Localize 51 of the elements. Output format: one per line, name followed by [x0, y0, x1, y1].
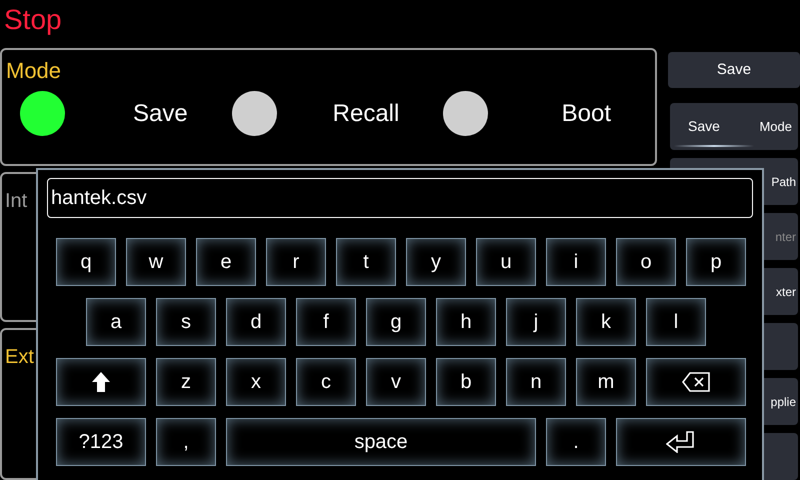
- radio-label: Boot: [562, 98, 612, 128]
- key[interactable]: h: [436, 298, 496, 346]
- key[interactable]: ?123: [56, 418, 146, 466]
- key[interactable]: z: [156, 358, 216, 406]
- key[interactable]: s: [156, 298, 216, 346]
- key[interactable]: b: [436, 358, 496, 406]
- key[interactable]: e: [196, 238, 256, 286]
- panel-title: Ext: [5, 345, 34, 370]
- backspace-icon: [682, 372, 710, 392]
- key[interactable]: d: [226, 298, 286, 346]
- key[interactable]: l: [646, 298, 706, 346]
- key[interactable]: .: [546, 418, 606, 466]
- panel-title: Int: [5, 189, 28, 214]
- page-title: Stop: [3, 3, 63, 37]
- key[interactable]: v: [366, 358, 426, 406]
- toggle-option: Save: [670, 116, 720, 137]
- shift-key[interactable]: [56, 358, 146, 406]
- enter-icon: [666, 431, 696, 453]
- key[interactable]: k: [576, 298, 636, 346]
- space-key[interactable]: space: [226, 418, 536, 466]
- key[interactable]: c: [296, 358, 356, 406]
- radio-label: Save: [132, 98, 188, 128]
- key[interactable]: n: [506, 358, 566, 406]
- key[interactable]: q: [56, 238, 116, 286]
- backspace-key[interactable]: [646, 358, 746, 406]
- key[interactable]: w: [126, 238, 186, 286]
- key[interactable]: a: [86, 298, 146, 346]
- key[interactable]: u: [476, 238, 536, 286]
- enter-key[interactable]: [616, 418, 746, 466]
- key[interactable]: ,: [156, 418, 216, 466]
- key[interactable]: o: [616, 238, 676, 286]
- key[interactable]: x: [226, 358, 286, 406]
- key[interactable]: m: [576, 358, 636, 406]
- mode-toggle[interactable]: Save Mode: [670, 103, 798, 150]
- radio-label: Recall: [332, 98, 400, 128]
- key[interactable]: i: [546, 238, 606, 286]
- toggle-label: Mode: [759, 118, 792, 136]
- key[interactable]: p: [686, 238, 746, 286]
- key[interactable]: r: [266, 238, 326, 286]
- up-arrow-icon: [91, 371, 111, 393]
- save-button[interactable]: Save: [668, 52, 800, 88]
- filename-field[interactable]: hantek.csv: [47, 178, 753, 218]
- key[interactable]: g: [366, 298, 426, 346]
- radio-button[interactable]: [232, 91, 277, 136]
- radio-button[interactable]: [20, 91, 65, 136]
- key[interactable]: f: [296, 298, 356, 346]
- radio-button[interactable]: [443, 91, 488, 136]
- key[interactable]: t: [336, 238, 396, 286]
- key[interactable]: j: [506, 298, 566, 346]
- panel-title: Mode: [5, 57, 62, 85]
- key[interactable]: y: [406, 238, 466, 286]
